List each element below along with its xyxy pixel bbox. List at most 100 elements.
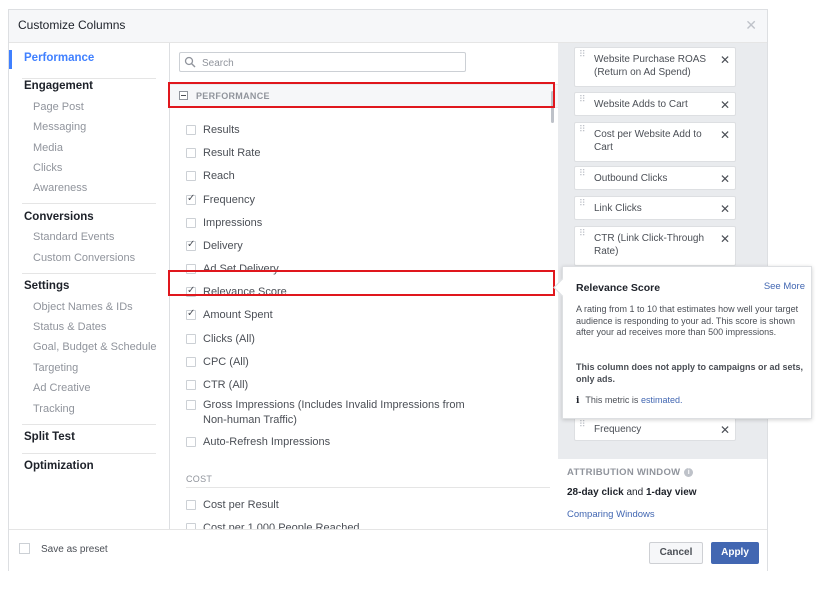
selected-column-chip[interactable]: ⠿ Link Clicks ✕	[574, 196, 736, 220]
cancel-button[interactable]: Cancel	[649, 542, 703, 564]
tooltip-title: Relevance Score	[576, 282, 661, 294]
checkbox-checked[interactable]	[186, 308, 196, 320]
column-option-label: Cost per 1,000 People Reached	[203, 522, 360, 529]
column-option-label: Auto-Refresh Impressions	[203, 436, 331, 448]
drag-handle-icon[interactable]: ⠿	[579, 125, 587, 139]
tooltip-note: This column does not apply to campaigns …	[576, 362, 804, 384]
nav-divider	[22, 453, 156, 454]
nav-item-conversions[interactable]: Conversions	[24, 211, 94, 223]
nav-item-custom-conversions[interactable]: Custom Conversions	[33, 252, 135, 264]
selected-column-label: Link Clicks	[594, 203, 642, 214]
remove-icon[interactable]: ✕	[720, 53, 730, 67]
column-option-label: Delivery	[203, 240, 243, 252]
nav-item-split-test[interactable]: Split Test	[24, 431, 75, 443]
checkbox[interactable]	[186, 334, 196, 344]
selected-column-label: Website Adds to Cart	[594, 99, 688, 110]
nav-item-media[interactable]: Media	[33, 142, 63, 154]
tooltip-metric-note: i This metric is estimated.	[576, 395, 683, 406]
checkbox[interactable]	[186, 437, 196, 447]
selected-column-chip[interactable]: ⠿ CTR (Link Click-Through Rate) ✕	[574, 226, 736, 266]
column-option-label: CPC (All)	[203, 356, 249, 368]
checkbox[interactable]	[186, 148, 196, 158]
info-icon: i	[576, 396, 580, 406]
column-option-label: Result Rate	[203, 147, 261, 159]
see-more-link[interactable]: See More	[764, 281, 805, 292]
nav-item-object-names-ids[interactable]: Object Names & IDs	[33, 301, 133, 313]
search-box[interactable]	[179, 52, 466, 72]
checkbox[interactable]	[186, 500, 196, 510]
remove-icon[interactable]: ✕	[720, 232, 730, 246]
column-option-label: Clicks (All)	[203, 333, 255, 345]
checkbox[interactable]	[186, 380, 196, 390]
checkbox-checked[interactable]	[186, 239, 196, 251]
column-option-label: Results	[203, 124, 240, 136]
selected-column-chip[interactable]: ⠿ Outbound Clicks ✕	[574, 166, 736, 190]
column-option-label: CTR (All)	[203, 379, 249, 391]
column-option-label: Amount Spent	[203, 309, 273, 321]
close-icon[interactable]: ✕	[745, 17, 757, 34]
category-nav: Performance Engagement Page Post Messaging M…	[9, 43, 169, 529]
nav-item-messaging[interactable]: Messaging	[33, 121, 86, 133]
drag-handle-icon[interactable]: ⠿	[579, 420, 587, 434]
drag-handle-icon[interactable]: ⠿	[579, 50, 587, 64]
dialog-header: Customize Columns ✕	[9, 10, 767, 43]
nav-item-standard-events[interactable]: Standard Events	[33, 231, 114, 243]
nav-item-status-dates[interactable]: Status & Dates	[33, 321, 106, 333]
checkbox[interactable]	[186, 218, 196, 228]
checkbox[interactable]	[186, 357, 196, 367]
selected-column-label: Cost per Website Add to Cart	[594, 129, 702, 153]
nav-item-optimization[interactable]: Optimization	[24, 460, 94, 472]
nav-item-clicks[interactable]: Clicks	[33, 162, 62, 174]
nav-item-settings[interactable]: Settings	[24, 280, 69, 292]
remove-icon[interactable]: ✕	[720, 423, 730, 437]
checkbox[interactable]	[186, 125, 196, 135]
dialog-title: Customize Columns	[18, 18, 126, 32]
drag-handle-icon[interactable]: ⠿	[579, 95, 587, 109]
estimated-link[interactable]: estimated.	[641, 395, 683, 405]
nav-item-engagement[interactable]: Engagement	[24, 80, 93, 92]
comparing-windows-link[interactable]: Comparing Windows	[567, 509, 655, 520]
column-option-label: Impressions	[203, 217, 263, 229]
divider	[186, 487, 550, 488]
attribution-value: 28-day click and 1-day view	[567, 487, 697, 498]
drag-handle-icon[interactable]: ⠿	[579, 169, 587, 183]
column-option-label: Reach	[203, 170, 235, 182]
column-option-label: Cost per Result	[203, 499, 279, 511]
remove-icon[interactable]: ✕	[720, 202, 730, 216]
selected-column-chip[interactable]: ⠿ Cost per Website Add to Cart ✕	[574, 122, 736, 162]
selected-column-chip[interactable]: ⠿ Website Adds to Cart ✕	[574, 92, 736, 116]
info-icon[interactable]: i	[684, 468, 694, 477]
search-input[interactable]	[200, 54, 464, 72]
apply-button[interactable]: Apply	[711, 542, 759, 564]
nav-item-goal-budget-schedule[interactable]: Goal, Budget & Schedule	[33, 341, 157, 353]
selected-column-label: Frequency	[594, 424, 642, 435]
drag-handle-icon[interactable]: ⠿	[579, 199, 587, 213]
drag-handle-icon[interactable]: ⠿	[579, 229, 587, 243]
selected-column-label: Outbound Clicks	[594, 173, 668, 184]
remove-icon[interactable]: ✕	[720, 128, 730, 142]
highlight-box-performance	[168, 82, 555, 108]
search-icon	[184, 56, 196, 68]
nav-divider	[22, 203, 156, 204]
save-preset-checkbox[interactable]	[19, 543, 30, 554]
attribution-title: ATTRIBUTION WINDOW i	[567, 467, 694, 478]
nav-item-awareness[interactable]: Awareness	[33, 182, 87, 194]
dialog-footer: Save as preset Cancel Apply	[9, 529, 767, 572]
nav-item-targeting[interactable]: Targeting	[33, 362, 78, 374]
nav-item-page-post[interactable]: Page Post	[33, 101, 84, 113]
nav-divider	[22, 273, 156, 274]
checkbox[interactable]	[186, 171, 196, 181]
nav-item-tracking[interactable]: Tracking	[33, 403, 75, 415]
nav-item-ad-creative[interactable]: Ad Creative	[33, 382, 90, 394]
column-option-label: Gross Impressions (Includes Invalid Impr…	[203, 399, 465, 426]
selected-column-chip[interactable]: ⠿ Frequency ✕	[574, 417, 736, 441]
nav-divider	[22, 424, 156, 425]
selected-column-chip[interactable]: ⠿ Website Purchase ROAS (Return on Ad Spe…	[574, 47, 736, 87]
tooltip-description: A rating from 1 to 10 that estimates how…	[576, 304, 799, 337]
remove-icon[interactable]: ✕	[720, 172, 730, 186]
checkbox-checked[interactable]	[186, 193, 196, 205]
attribution-window: ATTRIBUTION WINDOW i 28-day click and 1-d…	[558, 459, 767, 529]
checkbox[interactable]	[186, 400, 196, 410]
nav-item-performance[interactable]: Performance	[24, 52, 94, 64]
remove-icon[interactable]: ✕	[720, 98, 730, 112]
